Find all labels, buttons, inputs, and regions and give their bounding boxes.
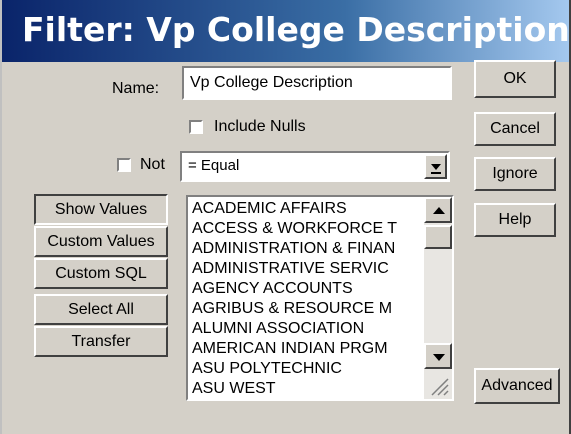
advanced-button[interactable]: Advanced xyxy=(474,368,560,404)
scroll-thumb[interactable] xyxy=(424,225,452,249)
values-list[interactable]: ACADEMIC AFFAIRS ACCESS & WORKFORCE T ADMI… xyxy=(186,195,454,401)
filter-dialog: Filter: Vp College Description Name: Vp … xyxy=(0,0,571,434)
scroll-up-arrow-icon[interactable] xyxy=(424,197,452,223)
resize-grip-icon[interactable] xyxy=(426,373,450,397)
scroll-down-arrow-icon[interactable] xyxy=(424,343,452,369)
list-item[interactable]: ASU POLYTECHNIC xyxy=(192,359,422,379)
operator-select[interactable]: = Equal xyxy=(180,151,450,182)
name-field[interactable]: Vp College Description xyxy=(182,66,452,100)
chevron-down-icon[interactable] xyxy=(424,154,447,179)
list-item[interactable]: AGENCY ACCOUNTS xyxy=(192,279,422,299)
help-button[interactable]: Help xyxy=(474,203,556,237)
custom-values-button[interactable]: Custom Values xyxy=(34,226,168,257)
cancel-button[interactable]: Cancel xyxy=(474,112,556,146)
window-title: Filter: Vp College Description xyxy=(22,10,570,49)
include-nulls-checkbox[interactable] xyxy=(189,120,203,134)
list-item[interactable]: ADMINISTRATION & FINAN xyxy=(192,239,422,259)
list-item[interactable]: AGRIBUS & RESOURCE M xyxy=(192,299,422,319)
list-item[interactable]: ACCESS & WORKFORCE T xyxy=(192,219,422,239)
ok-button[interactable]: OK xyxy=(474,60,556,98)
name-label: Name: xyxy=(112,80,160,97)
show-values-button[interactable]: Show Values xyxy=(34,194,168,225)
list-item[interactable]: AMERICAN INDIAN PRGM xyxy=(192,339,422,359)
list-item[interactable]: ACADEMIC AFFAIRS xyxy=(192,199,422,219)
list-item[interactable]: ASU WEST xyxy=(192,379,422,399)
include-nulls-label: Include Nulls xyxy=(214,118,306,135)
custom-sql-button[interactable]: Custom SQL xyxy=(34,258,168,289)
operator-value: = Equal xyxy=(188,157,240,174)
not-label: Not xyxy=(140,156,165,173)
values-list-items: ACADEMIC AFFAIRS ACCESS & WORKFORCE T ADMI… xyxy=(192,199,422,399)
ignore-button[interactable]: Ignore xyxy=(474,157,556,191)
select-all-button[interactable]: Select All xyxy=(34,294,168,325)
list-item[interactable]: ALUMNI ASSOCIATION xyxy=(192,319,422,339)
list-item[interactable]: ADMINISTRATIVE SERVIC xyxy=(192,259,422,279)
list-scrollbar[interactable] xyxy=(424,197,452,399)
transfer-button[interactable]: Transfer xyxy=(34,326,168,357)
title-bar[interactable]: Filter: Vp College Description xyxy=(2,0,570,62)
not-checkbox[interactable] xyxy=(117,158,131,172)
